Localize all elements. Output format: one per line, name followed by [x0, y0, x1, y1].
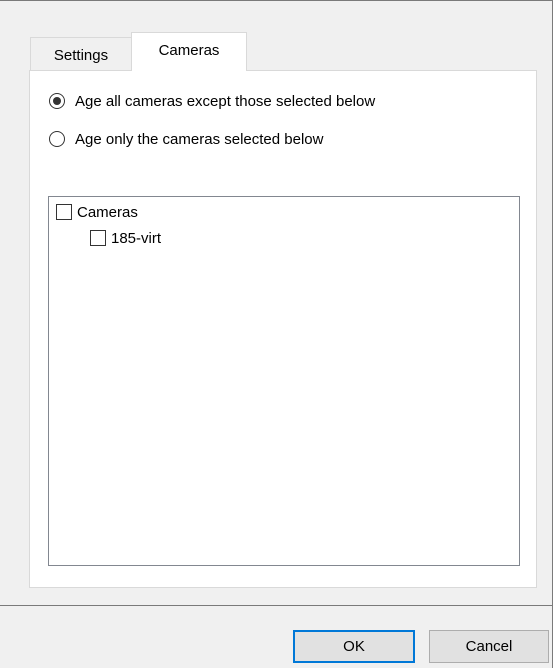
age-all-except-label: Age all cameras except those selected be…: [75, 92, 376, 110]
cancel-button[interactable]: Cancel: [429, 630, 549, 663]
185-virt-checkbox[interactable]: [90, 230, 106, 246]
age-all-except-option[interactable]: Age all cameras except those selected be…: [49, 90, 375, 112]
ok-button[interactable]: OK: [293, 630, 415, 663]
tree-item-cameras-label: Cameras: [77, 203, 138, 221]
window-top-border: [0, 0, 553, 1]
tab-cameras-label: Cameras: [158, 42, 220, 59]
age-only-selected-radio[interactable]: [49, 131, 65, 147]
footer-separator: [0, 605, 553, 606]
tab-settings[interactable]: Settings: [30, 37, 132, 70]
tree-item-cameras[interactable]: Cameras: [56, 202, 138, 222]
tab-settings-label: Settings: [53, 47, 109, 64]
cameras-checkbox[interactable]: [56, 204, 72, 220]
age-only-selected-label: Age only the cameras selected below: [75, 130, 324, 148]
camera-tree[interactable]: [48, 196, 520, 566]
tab-cameras[interactable]: Cameras: [131, 32, 247, 71]
tree-item-185-virt[interactable]: 185-virt: [90, 228, 161, 248]
age-only-selected-option[interactable]: Age only the cameras selected below: [49, 128, 323, 150]
age-all-except-radio[interactable]: [49, 93, 65, 109]
tree-item-185-virt-label: 185-virt: [111, 229, 162, 247]
